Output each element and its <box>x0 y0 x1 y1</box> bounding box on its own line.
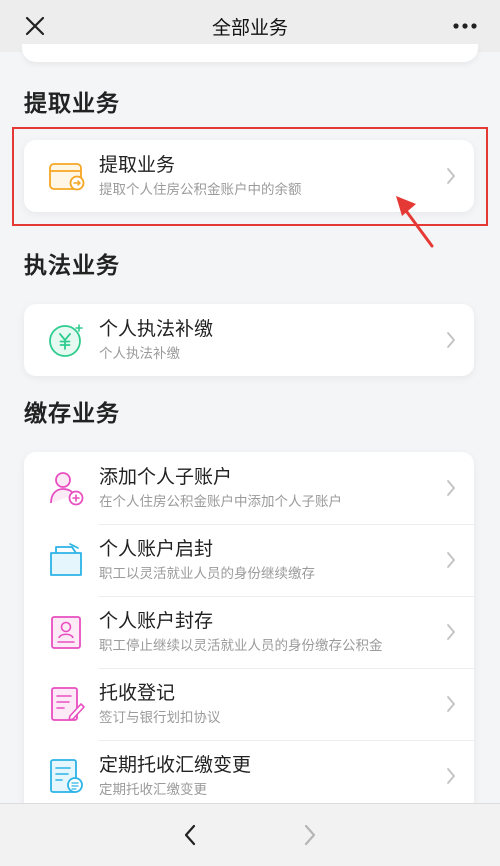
page-title: 全部业务 <box>211 16 288 39</box>
add-user-icon <box>50 472 84 506</box>
yen-coin-icon <box>49 324 83 357</box>
item-desc: 在个人住房公积金账户中添加个人子账户 <box>99 494 342 510</box>
item-name: 个人执法补缴 <box>99 318 214 340</box>
item-desc: 定期托收汇缴变更 <box>99 782 207 798</box>
back-arrow-icon[interactable] <box>181 823 199 847</box>
open-folder-icon <box>50 543 82 576</box>
item-name: 个人账户封存 <box>99 610 214 632</box>
chevron-right-icon <box>447 332 455 348</box>
sealed-id-icon <box>51 616 81 649</box>
chevron-right-icon <box>447 552 455 568</box>
document-edit-icon <box>51 687 85 721</box>
item-name: 个人账户启封 <box>99 538 214 560</box>
chevron-right-icon <box>447 624 455 640</box>
deposit-card: 添加个人子账户 在个人住房公积金账户中添加个人子账户 个人账户启封 职工以灵活就… <box>24 452 474 832</box>
chevron-right-icon <box>447 696 455 712</box>
section-title-deposit: 缴存业务 <box>24 401 120 427</box>
item-name: 添加个人子账户 <box>99 466 233 488</box>
list-item-periodic-collection-change[interactable]: 定期托收汇缴变更 定期托收汇缴变更 <box>24 740 474 812</box>
previous-card-edge <box>22 44 478 62</box>
close-icon[interactable] <box>24 15 46 37</box>
chevron-right-icon <box>447 768 455 784</box>
document-list-icon <box>50 759 83 793</box>
annotation-arrow-icon <box>396 196 434 248</box>
list-item-enforcement[interactable]: 个人执法补缴 个人执法补缴 <box>24 304 474 376</box>
item-name: 定期托收汇缴变更 <box>99 754 252 776</box>
section-title-withdraw: 提取业务 <box>24 91 120 117</box>
list-item-add-subaccount[interactable]: 添加个人子账户 在个人住房公积金账户中添加个人子账户 <box>24 452 474 524</box>
section-title-enforcement: 执法业务 <box>24 253 120 279</box>
chevron-right-icon <box>447 480 455 496</box>
list-item-unseal-account[interactable]: 个人账户启封 职工以灵活就业人员的身份继续缴存 <box>24 524 474 596</box>
item-desc: 个人执法补缴 <box>99 346 180 362</box>
bottom-nav-bar <box>0 803 500 866</box>
enforcement-card: 个人执法补缴 个人执法补缴 <box>24 304 474 376</box>
list-item-seal-account[interactable]: 个人账户封存 职工停止继续以灵活就业人员的身份缴存公积金 <box>24 596 474 668</box>
item-desc: 职工以灵活就业人员的身份继续缴存 <box>99 566 315 582</box>
forward-arrow-icon[interactable] <box>301 823 319 847</box>
item-desc: 签订与银行划扣协议 <box>99 710 221 726</box>
item-desc: 职工停止继续以灵活就业人员的身份缴存公积金 <box>99 638 383 654</box>
item-name: 托收登记 <box>99 682 176 704</box>
more-icon[interactable] <box>452 14 478 38</box>
list-item-collection-registration[interactable]: 托收登记 签订与银行划扣协议 <box>24 668 474 740</box>
